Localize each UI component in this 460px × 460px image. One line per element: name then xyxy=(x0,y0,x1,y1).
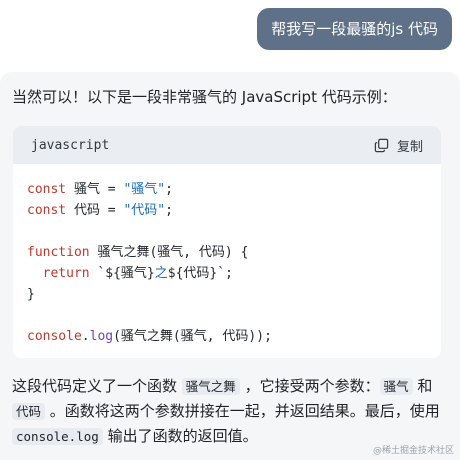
code-token: console xyxy=(27,329,82,344)
code-line: return `${骚气}之${代码}`; xyxy=(27,263,272,284)
code-line: } xyxy=(27,284,272,305)
code-token: ; xyxy=(165,203,173,218)
explanation-text: 输出了函数的返回值。 xyxy=(102,427,258,445)
reply-explanation: 这段代码定义了一个函数 骚气之舞 ，它接受两个参数： 骚气 和 代码 。函数将这两… xyxy=(12,374,448,449)
inline-code: 骚气之舞 xyxy=(181,378,240,395)
code-token: ${代码}`; xyxy=(167,266,233,281)
code-token: function xyxy=(27,245,90,260)
code-token: log xyxy=(89,329,114,344)
code-token: const xyxy=(27,182,67,197)
code-token: const xyxy=(27,203,67,218)
explanation-text: 这段代码定义了一个函数 xyxy=(12,377,182,395)
chat-page: 帮我写一段最骚的js 代码 当然可以！以下是一段非常骚气的 JavaScript… xyxy=(0,0,460,460)
code-token: return xyxy=(27,266,90,281)
code-token: . xyxy=(81,329,90,344)
code-token: 之 xyxy=(154,266,168,281)
watermark: @稀土掘金技术社区 xyxy=(372,446,454,456)
code-token: } xyxy=(27,287,35,302)
code-token: ; xyxy=(165,182,173,197)
code-line: const 代码 = "代码"; xyxy=(27,200,272,221)
code-token: "骚气" xyxy=(123,182,166,197)
code-token: (骚气之舞(骚气, 代码)); xyxy=(113,329,272,344)
code-token: 骚气 = xyxy=(66,182,124,197)
explanation-text: 。函数将这两个参数拼接在一起，并返回结果。最后，使用 xyxy=(45,402,440,420)
code-token: 代码 = xyxy=(66,203,124,218)
code-token: 骚气之舞(骚气, 代码) { xyxy=(89,245,249,260)
copy-button-label: 复制 xyxy=(396,139,423,155)
user-message-bubble: 帮我写一段最骚的js 代码 xyxy=(257,8,452,50)
code-block-header: javascript 复制 xyxy=(13,126,441,164)
reply-intro: 当然可以！以下是一段非常骚气的 JavaScript 代码示例： xyxy=(12,88,397,106)
copy-button[interactable]: 复制 xyxy=(374,136,423,155)
inline-code: 骚气 xyxy=(379,378,413,395)
explanation-text: 和 xyxy=(412,377,433,395)
code-body: const 骚气 = "骚气"; const 代码 = "代码"; functio… xyxy=(27,179,272,347)
inline-code: 代码 xyxy=(12,403,46,420)
copy-icon xyxy=(374,138,389,152)
code-line: console.log(骚气之舞(骚气, 代码)); xyxy=(27,326,272,347)
code-line: const 骚气 = "骚气"; xyxy=(27,179,272,200)
code-language-label: javascript xyxy=(31,137,110,153)
assistant-reply: 当然可以！以下是一段非常骚气的 JavaScript 代码示例： javascr… xyxy=(0,72,460,460)
explanation-text: ，它接受两个参数： xyxy=(239,377,380,395)
inline-code: console.log xyxy=(12,428,103,445)
code-line: function 骚气之舞(骚气, 代码) { xyxy=(27,242,272,263)
user-message-row: 帮我写一段最骚的js 代码 xyxy=(257,8,452,50)
code-token: "代码" xyxy=(123,203,166,218)
code-token: `${骚气} xyxy=(89,266,155,281)
code-block: javascript 复制 const 骚气 = "骚气"; const 代码 =… xyxy=(13,126,441,358)
